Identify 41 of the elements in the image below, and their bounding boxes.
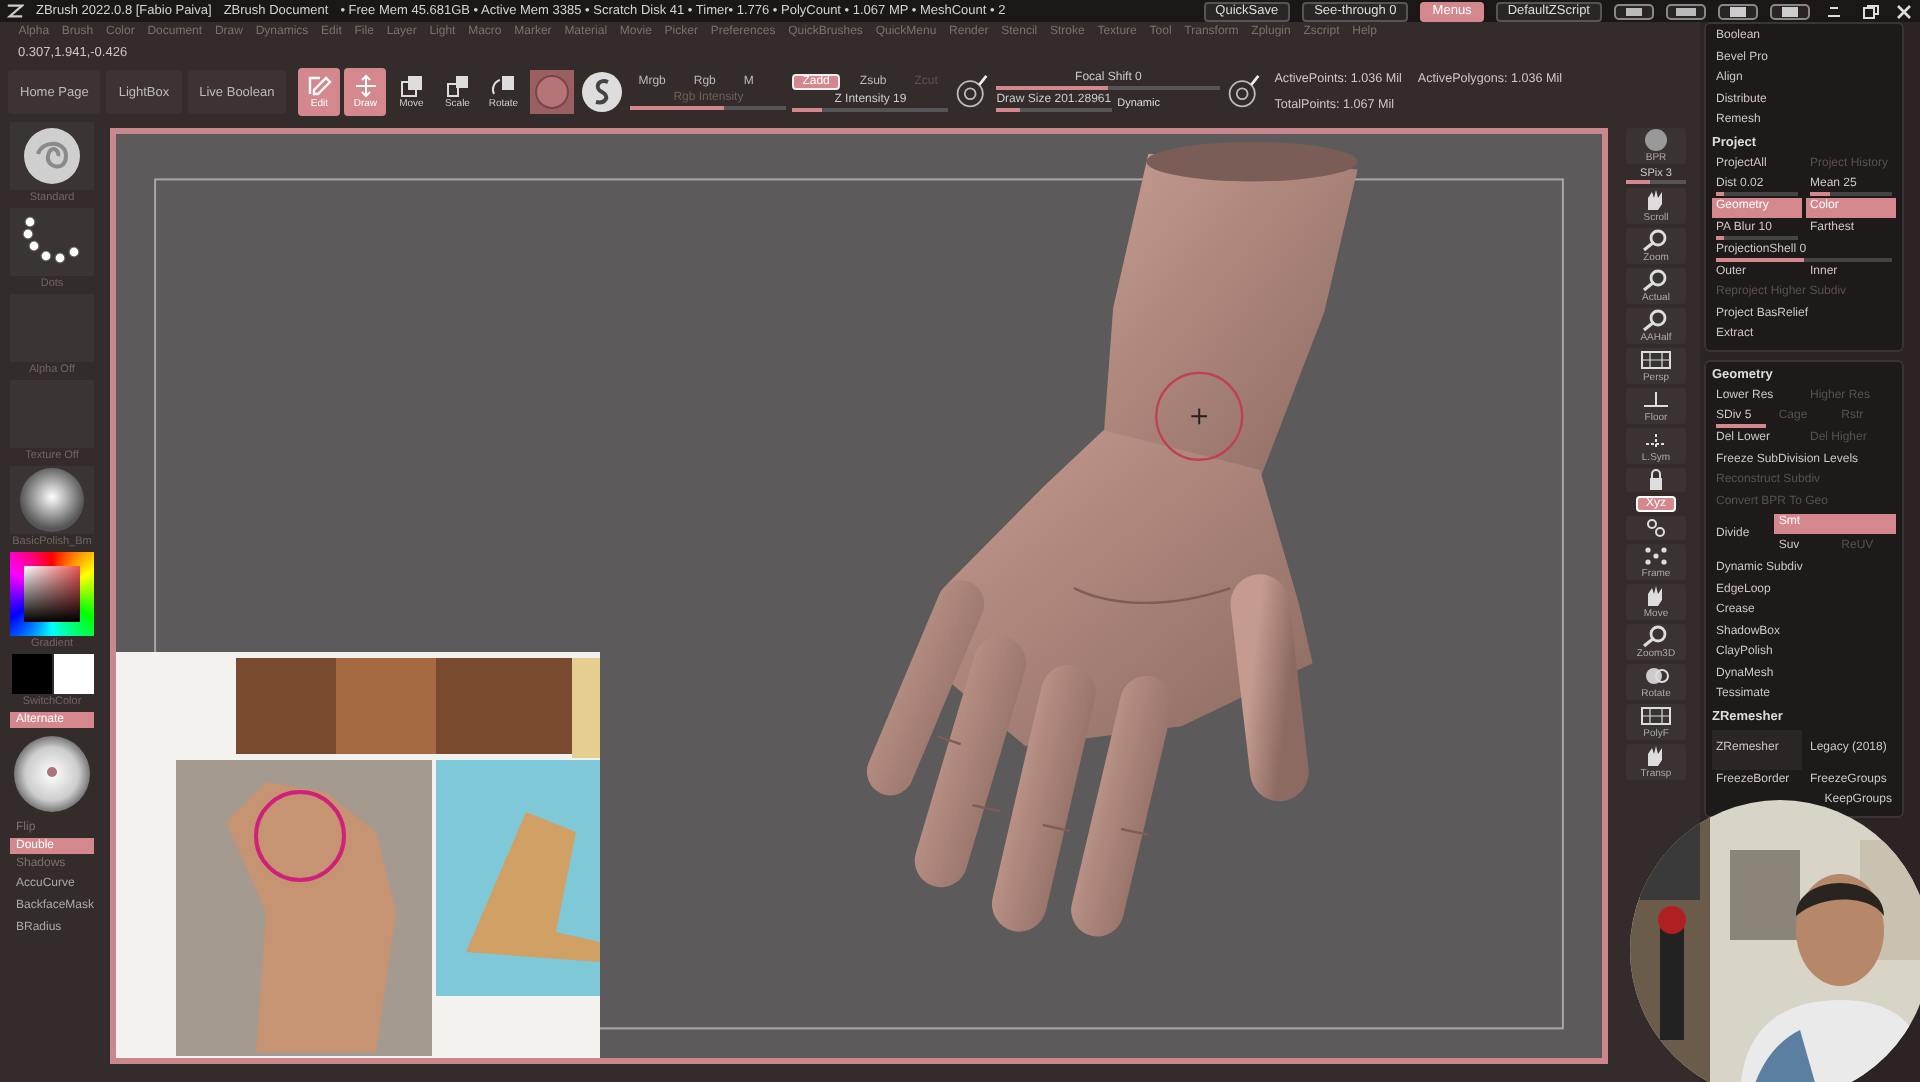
- stroke-thumbnail[interactable]: [10, 208, 94, 276]
- layout-icon[interactable]: [1666, 3, 1706, 19]
- brush-sphere-icon: [22, 126, 82, 186]
- material-sphere-icon[interactable]: [530, 70, 575, 114]
- view-tool-button[interactable]: [1626, 468, 1686, 492]
- palette-icon[interactable]: [1718, 3, 1758, 19]
- secondary-color-swatch[interactable]: [53, 654, 93, 694]
- dots-icon: [1640, 544, 1672, 568]
- move-icon: [397, 74, 426, 98]
- canvas-viewport[interactable]: [110, 128, 1608, 1064]
- floor-icon: [1640, 388, 1672, 412]
- view-tool-button[interactable]: [1626, 516, 1686, 540]
- color-picker[interactable]: [10, 552, 94, 636]
- brush-size-icon[interactable]: [954, 74, 991, 110]
- brush-cursor-icon: [1155, 371, 1244, 461]
- restore-icon[interactable]: [1858, 3, 1882, 19]
- sphere-icon: [1640, 128, 1672, 152]
- material-sphere-icon: [18, 466, 86, 534]
- grid-icon: [1640, 704, 1672, 728]
- magnifier-icon: [1640, 268, 1672, 292]
- app-logo-icon: [6, 2, 24, 20]
- layout-icon[interactable]: [1614, 3, 1654, 19]
- magnifier-icon: [1640, 228, 1672, 252]
- rotate-icon: [489, 74, 518, 98]
- grid-icon: [1640, 348, 1672, 372]
- close-icon[interactable]: [1894, 3, 1914, 19]
- palette-icon[interactable]: [1770, 3, 1810, 19]
- sphere-preview-icon: [12, 734, 92, 814]
- brush-thumbnail[interactable]: [10, 122, 94, 190]
- stroke-icon[interactable]: [580, 70, 625, 114]
- magnifier-icon: [1640, 308, 1672, 332]
- pencil-icon: [305, 74, 334, 98]
- material-thumbnail[interactable]: [10, 466, 94, 534]
- main-color-swatch[interactable]: [11, 654, 51, 694]
- minimize-icon[interactable]: [1822, 3, 1846, 19]
- rotate-icon: [1640, 664, 1672, 688]
- magnifier-icon: [1640, 624, 1672, 648]
- crosshair-icon: [351, 74, 380, 98]
- scale-icon: [443, 74, 472, 98]
- brush-size-icon[interactable]: [1226, 74, 1263, 110]
- dots-icon: [22, 216, 82, 268]
